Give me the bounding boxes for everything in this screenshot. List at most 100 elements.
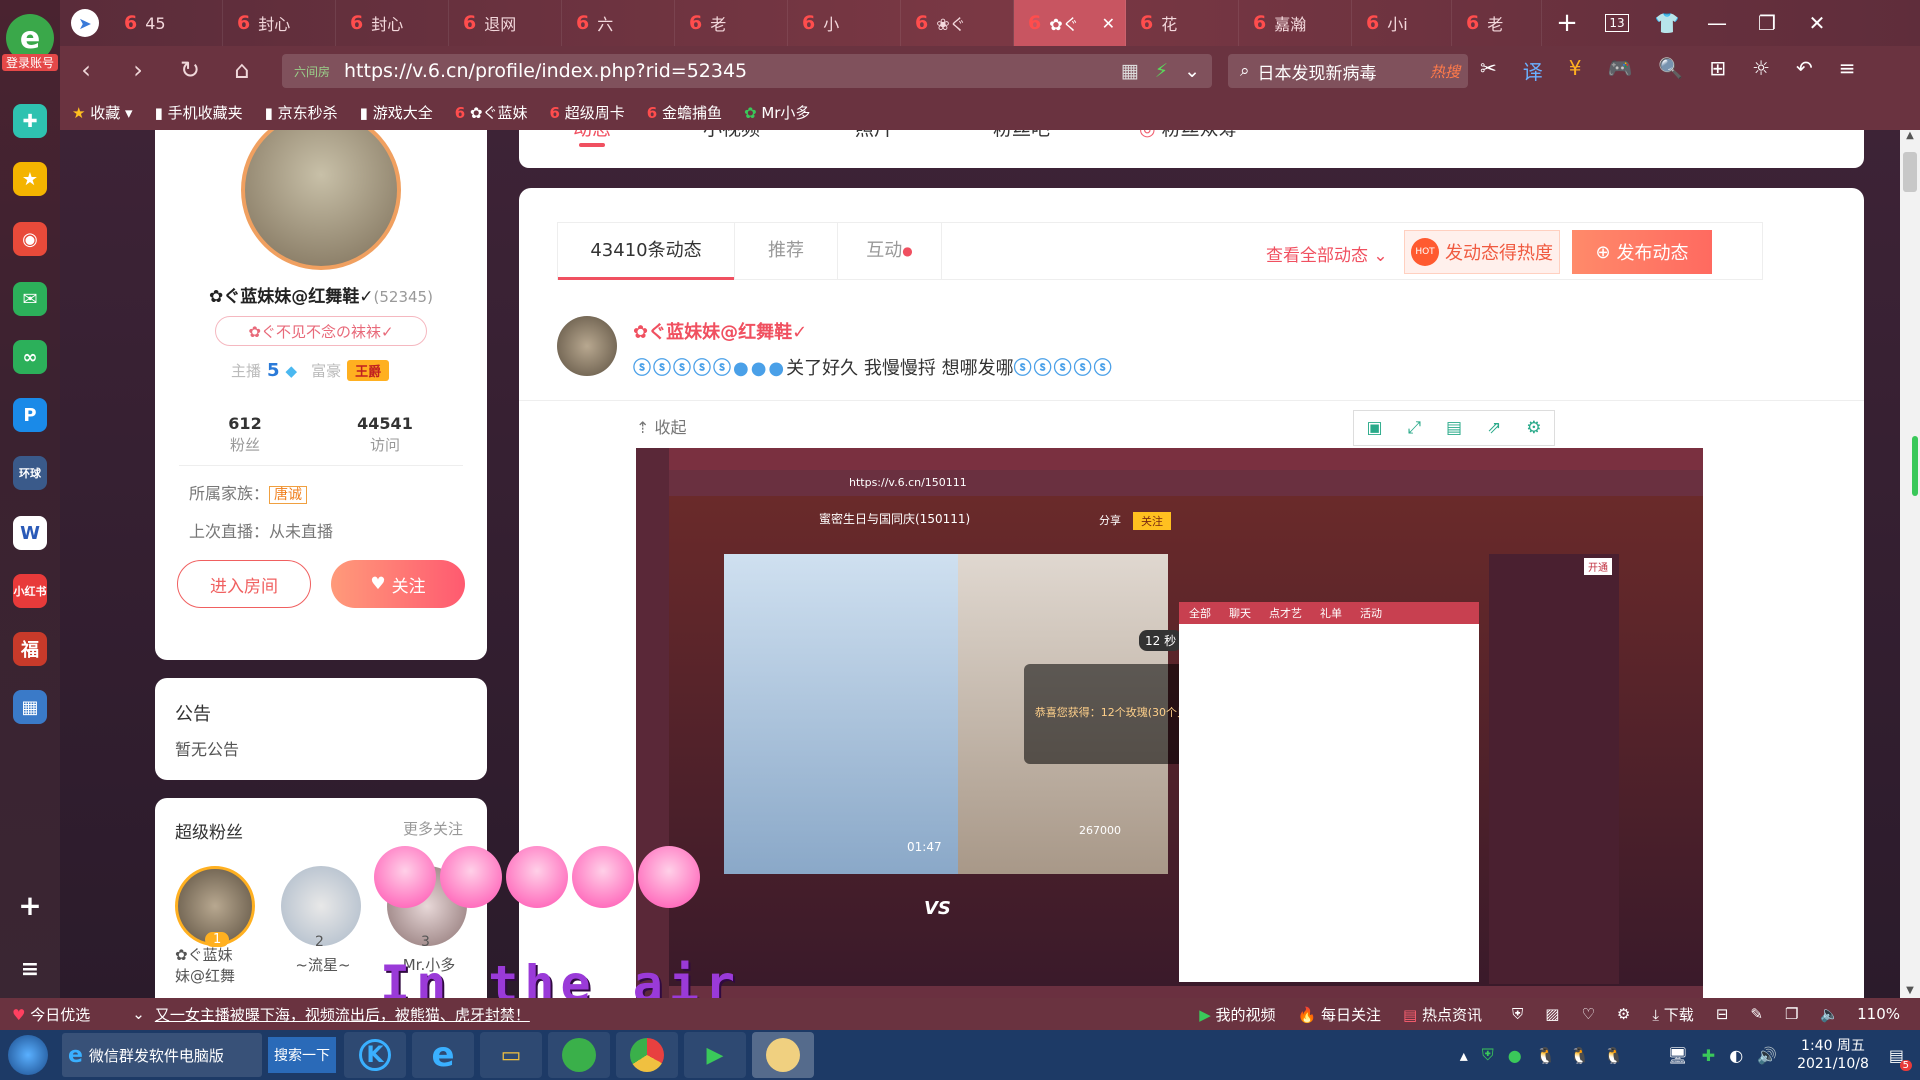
home-icon[interactable]: ⌂ (216, 56, 268, 84)
cloud-icon[interactable]: ∞ (13, 340, 47, 374)
skin-icon[interactable]: 👕 (1642, 0, 1692, 46)
k-app-icon[interactable]: K (344, 1032, 406, 1078)
bookmark-lanmei[interactable]: 6 ✿ぐ蓝妹 (455, 102, 528, 123)
more-follow-link[interactable]: 更多关注 (403, 818, 463, 839)
mall-icon[interactable]: ▦ (13, 690, 47, 724)
tab-13[interactable]: 6老 (1452, 0, 1542, 46)
bookmark-mobile[interactable]: ▮ 手机收藏夹 (155, 102, 243, 123)
tray-expand-icon[interactable]: ▴ (1460, 1046, 1468, 1065)
scissors-icon[interactable]: ✂ (1480, 56, 1497, 85)
tab-9-active[interactable]: 6 ✿ぐ ✕ (1014, 0, 1126, 46)
star-icon[interactable]: ★ (13, 162, 47, 196)
weibo-icon[interactable]: ◉ (13, 222, 47, 256)
my-video[interactable]: ▶ 我的视频 (1199, 1004, 1275, 1025)
fan-name-1[interactable]: ✿ぐ蓝妹 妹@红舞 (175, 944, 259, 986)
tab-8[interactable]: 6 ❀ぐ (901, 0, 1014, 46)
refresh-icon[interactable]: ↻ (164, 56, 216, 84)
folder-icon[interactable]: ▭ (480, 1032, 542, 1078)
settings-media-icon[interactable]: ⚙ (1526, 418, 1541, 438)
undo-icon[interactable]: ↶ (1796, 56, 1813, 85)
tray-plus-icon[interactable]: ✚ (1702, 1046, 1715, 1065)
add-icon[interactable]: + (13, 888, 47, 922)
start-button[interactable] (0, 1030, 56, 1080)
coin-icon[interactable]: ¥ (1569, 56, 1582, 85)
bookmark-favorites[interactable]: ★ 收藏 ▾ (72, 102, 133, 123)
game-icon[interactable]: 环球 (13, 456, 47, 490)
tray-network-icon[interactable]: 🖥 (1667, 1046, 1687, 1065)
login-label[interactable]: 登录账号 (2, 54, 58, 71)
speed-icon[interactable]: ⚙ (1617, 1005, 1630, 1023)
bolt-icon[interactable]: ⚡ (1155, 60, 1168, 82)
tray-qq2-icon[interactable]: 🐧 (1570, 1046, 1590, 1065)
heart-tool-icon[interactable]: ♡ (1581, 1005, 1594, 1023)
tray-qq-icon[interactable]: 🐧 (1536, 1046, 1556, 1065)
feed-tab-interaction[interactable]: 互动● (838, 223, 942, 279)
close-window-icon[interactable]: ✕ (1792, 0, 1842, 46)
tab-2[interactable]: 6 封心 (223, 0, 336, 46)
window-icon[interactable]: ❐ (1785, 1005, 1798, 1023)
gamepad-icon[interactable]: 🎮 (1608, 56, 1633, 85)
shield-icon[interactable]: ⛨ (1512, 1005, 1523, 1023)
hot-post-button[interactable]: HOT 发动态得热度 (1404, 230, 1560, 274)
menu-icon[interactable]: ≡ (13, 952, 47, 986)
edit-icon[interactable]: ✎ (1750, 1005, 1763, 1023)
tab-1[interactable]: 6 45 (110, 0, 223, 46)
nav-short-video[interactable]: 小视频 (703, 130, 760, 141)
feed-tab-all[interactable]: 43410条动态 (558, 223, 734, 280)
collapse-link[interactable]: ⇡ 收起 (636, 414, 687, 438)
close-tab-icon[interactable]: ✕ (1102, 14, 1115, 33)
mail-icon[interactable]: ✉ (13, 282, 47, 316)
xiaohongshu-icon[interactable]: 小红书 (13, 574, 47, 608)
tab-10[interactable]: 6花 (1126, 0, 1239, 46)
navigate-icon[interactable]: ➤ (60, 0, 110, 46)
volume-icon[interactable]: 🔈 (1820, 1005, 1839, 1023)
fortune-icon[interactable]: 福 (13, 632, 47, 666)
bookmark-games[interactable]: ▮ 游戏大全 (360, 102, 433, 123)
scroll-down-arrow[interactable]: ▼ (1900, 985, 1920, 996)
address-bar[interactable]: 六间房 https://v.6.cn/profile/index.php?rid… (282, 54, 1212, 88)
search-box[interactable]: ⌕ 日本发现新病毒 热搜 (1228, 54, 1468, 88)
search-text[interactable]: 日本发现新病毒 (1258, 59, 1377, 84)
post-author[interactable]: ✿ぐ蓝妹妹@红舞鞋✓ (633, 318, 807, 344)
translate-icon[interactable]: ✚ (13, 104, 47, 138)
news-ticker[interactable]: 又一女主播被曝下海，视频流出后，被熊猫、虎牙封禁！ (155, 1004, 530, 1025)
chevron-down-icon[interactable]: ⌄ (132, 1005, 145, 1023)
enter-room-button[interactable]: 进入房间 (177, 560, 311, 608)
download-link[interactable]: ⤓ 下载 (1652, 1004, 1693, 1025)
tray-shield-icon[interactable]: ⛨ (1482, 1045, 1494, 1065)
bookmark-fishing[interactable]: 6 金蟾捕鱼 (647, 102, 722, 123)
tray-ime-icon[interactable]: ◐ (1729, 1046, 1743, 1065)
bookmark-media-icon[interactable]: ▣ (1366, 418, 1382, 438)
tab-6[interactable]: 6老 (675, 0, 788, 46)
scroll-thumb[interactable] (1903, 152, 1917, 192)
more-menu-icon[interactable]: ≡ (1839, 56, 1856, 85)
tab-4[interactable]: 6 退网 (449, 0, 562, 46)
post-image[interactable]: https://v.6.cn/150111 蜜密生日与国同庆(150111) 关… (636, 448, 1703, 998)
ie-task[interactable]: e 微信群发软件电脑版 (62, 1033, 262, 1077)
image-icon[interactable]: ▨ (1545, 1005, 1559, 1023)
ie-browser-icon[interactable]: e (412, 1032, 474, 1078)
today-pick[interactable]: ♥ 今日优选 (12, 1004, 90, 1025)
tab-3[interactable]: 6 封心 (336, 0, 449, 46)
nav-crowdfund[interactable]: ◎ 粉丝众筹 (1139, 130, 1238, 141)
daily-follow[interactable]: 🔥 每日关注 (1298, 1004, 1381, 1025)
nav-dynamic[interactable]: 动态 (573, 130, 611, 147)
tab-11[interactable]: 6 嘉瀚 (1239, 0, 1352, 46)
tray-360-icon[interactable]: ● (1508, 1046, 1522, 1065)
hot-search-label[interactable]: 热搜 (1430, 61, 1460, 82)
scroll-up-arrow[interactable]: ▲ (1900, 130, 1920, 141)
zoom-level[interactable]: 110% (1857, 1005, 1900, 1023)
profile-avatar[interactable] (241, 130, 401, 270)
word-icon[interactable]: W (13, 516, 47, 550)
media-player-icon[interactable]: ▶ (684, 1032, 746, 1078)
bookmark-weekcard[interactable]: 6 超级周卡 (550, 102, 625, 123)
apps-icon[interactable]: ⊞ (1709, 56, 1726, 85)
page-scrollbar[interactable]: ▲ ▼ (1900, 130, 1920, 998)
share-media-icon[interactable]: ⇗ (1487, 418, 1501, 438)
notification-icon[interactable]: ▤ 5 (1889, 1046, 1912, 1071)
new-tab-icon[interactable]: + (1542, 0, 1592, 46)
tab-12[interactable]: 6 小i (1352, 0, 1452, 46)
magnifier-icon[interactable]: 🔍 (1658, 56, 1683, 85)
brightness-icon[interactable]: ☼ (1752, 56, 1770, 85)
dropdown-icon[interactable]: ⌄ (1184, 60, 1200, 82)
